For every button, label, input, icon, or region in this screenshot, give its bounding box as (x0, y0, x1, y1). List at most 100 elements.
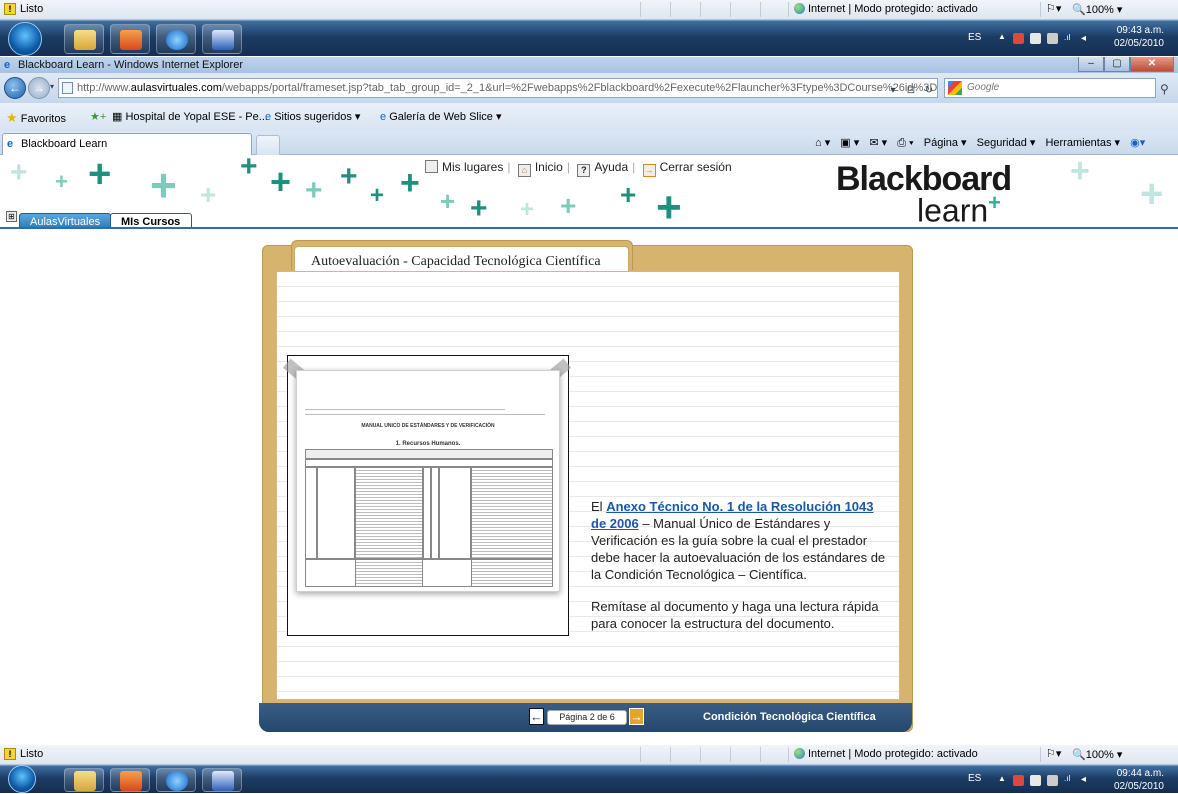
word-icon (212, 771, 234, 791)
tray-app-icon[interactable] (1013, 33, 1024, 44)
tab-mis-cursos[interactable]: MIs Cursos (110, 213, 192, 227)
network-icon[interactable] (1047, 775, 1058, 786)
security-menu[interactable]: Seguridad ▾ (977, 137, 1036, 149)
decorative-plus: + (10, 156, 28, 189)
next-page-button[interactable]: → (629, 708, 644, 725)
help-link[interactable]: ? Ayuda (577, 160, 628, 177)
compat-view-icon[interactable]: ⊡ (904, 84, 918, 98)
refresh-icon[interactable]: ↻ (922, 84, 936, 98)
add-favorite-icon[interactable]: ★+ (90, 110, 106, 123)
document-thumbnail[interactable]: MANUAL UNICO DE ESTÁNDARES Y DE VERIFICA… (296, 370, 560, 592)
volume-icon[interactable]: ◂ (1081, 774, 1092, 785)
google-icon (948, 81, 962, 95)
decorative-plus: + (520, 196, 535, 223)
signal-icon[interactable]: .ıl (1064, 33, 1075, 44)
ie-taskbar-button[interactable] (156, 768, 196, 792)
back-button[interactable]: ← (4, 77, 26, 99)
expand-menu-icon[interactable]: ⊞ (6, 211, 17, 222)
word-taskbar-button[interactable] (202, 24, 242, 54)
tab-blackboard[interactable]: e Blackboard Learn (2, 133, 252, 155)
status-bar-top: ! Listo Internet | Modo protegido: activ… (0, 0, 1178, 20)
media-taskbar-button[interactable] (110, 24, 150, 54)
protected-mode-icon[interactable]: ⚐▾ (1046, 747, 1061, 760)
print-icon[interactable]: ⎙ ▾ (897, 137, 913, 149)
security-zone: Internet | Modo protegido: activado (794, 3, 978, 15)
zoom-level[interactable]: 🔍100% ▾ (1072, 748, 1122, 761)
decorative-plus: + (240, 156, 258, 183)
home-icon[interactable]: ⌂ ▾ (815, 137, 830, 149)
status-bar-bottom: ! Listo Internet | Modo protegido: activ… (0, 745, 1178, 765)
previous-page-button[interactable]: ← (529, 708, 544, 725)
decorative-plus: + (150, 159, 177, 211)
zoom-level[interactable]: 🔍100% ▾ (1072, 3, 1122, 16)
language-indicator[interactable]: ES (968, 773, 981, 784)
action-center-icon[interactable] (1030, 33, 1041, 44)
mail-icon[interactable]: ✉ ▾ (869, 137, 887, 149)
logout-icon: → (642, 164, 656, 177)
explorer-taskbar-button[interactable] (64, 768, 104, 792)
favorite-link-hospital[interactable]: ▦ Hospital de Yopal ESE - Pe... (112, 110, 268, 123)
word-icon (212, 30, 234, 50)
media-taskbar-button[interactable] (110, 768, 150, 792)
decorative-plus: + (88, 156, 112, 196)
document-preview-frame[interactable]: MANUAL UNICO DE ESTÁNDARES Y DE VERIFICA… (282, 355, 572, 636)
window-title: Blackboard Learn - Windows Internet Expl… (18, 59, 243, 71)
show-hidden-icons-icon[interactable]: ▲ (998, 32, 1009, 43)
close-button[interactable]: ✕ (1130, 57, 1174, 72)
ie-icon: e (4, 59, 11, 71)
address-bar[interactable]: http://www.aulasvirtuales.com/webapps/po… (58, 78, 938, 98)
decorative-plus: + (270, 161, 292, 202)
status-text: Listo (20, 3, 44, 15)
tab-bar: e Blackboard Learn ⌂ ▾ ▣ ▾ ✉ ▾ ⎙ ▾ Página… (0, 131, 1178, 155)
page-menu[interactable]: Página ▾ (924, 137, 967, 149)
help-icon[interactable]: ◉▾ (1130, 137, 1145, 149)
explorer-taskbar-button[interactable] (64, 24, 104, 54)
globe-icon (794, 3, 805, 14)
ie-taskbar-button[interactable] (156, 24, 196, 54)
my-places-link[interactable]: Mis lugares (425, 160, 503, 174)
dropdown-icon[interactable]: ▾ (886, 84, 900, 98)
favorites-button[interactable]: ★ Favoritos (6, 110, 66, 126)
action-center-icon[interactable] (1030, 775, 1041, 786)
search-input[interactable]: Google (944, 78, 1156, 98)
folder-icon (74, 30, 96, 50)
clock[interactable]: 09:43 a.m. 02/05/2010 (1114, 24, 1164, 50)
start-button[interactable] (8, 22, 42, 56)
new-tab-button[interactable] (256, 135, 280, 155)
tray-app-icon[interactable] (1013, 775, 1024, 786)
recent-pages-icon[interactable]: ▾ (50, 82, 54, 91)
language-indicator[interactable]: ES (968, 32, 981, 43)
footer-title: Condición Tecnológica Científica (703, 711, 876, 723)
show-hidden-icons-icon[interactable]: ▲ (998, 774, 1009, 785)
volume-icon[interactable]: ◂ (1081, 33, 1092, 44)
media-player-icon (120, 30, 142, 50)
word-taskbar-button[interactable] (202, 768, 242, 792)
doc-heading: MANUAL UNICO DE ESTÁNDARES Y DE VERIFICA… (361, 423, 495, 429)
address-toolbar: ← → ▾ http://www.aulasvirtuales.com/weba… (0, 73, 1178, 103)
protected-mode-icon[interactable]: ⚐▾ (1046, 2, 1061, 15)
command-bar: ⌂ ▾ ▣ ▾ ✉ ▾ ⎙ ▾ Página ▾ Seguridad ▾ Her… (815, 136, 1152, 150)
page-icon (62, 82, 73, 94)
blackboard-header: + + + + + + + + + + + + + + + + + + + Mi… (0, 156, 1178, 229)
start-button[interactable] (8, 765, 36, 793)
forward-button[interactable]: → (28, 77, 50, 99)
search-icon[interactable]: ⚲ (1160, 82, 1169, 96)
warning-icon: ! (4, 748, 16, 760)
favorite-link-webslice[interactable]: e Galería de Web Slice ▾ (380, 110, 502, 123)
decorative-plus: + (200, 179, 217, 210)
signal-icon[interactable]: .ıl (1064, 774, 1075, 785)
folder-icon (74, 771, 96, 791)
network-icon[interactable] (1047, 33, 1058, 44)
help-icon: ? (577, 164, 591, 177)
tab-aulas-virtuales[interactable]: AulasVirtuales (19, 213, 112, 227)
maximize-button[interactable]: ▢ (1104, 57, 1130, 72)
favorite-link-suggested[interactable]: e Sitios sugeridos ▾ (265, 110, 360, 123)
decorative-plus: + (370, 182, 385, 209)
feeds-icon[interactable]: ▣ ▾ (840, 137, 859, 149)
home-link[interactable]: ⌂ Inicio (517, 160, 563, 177)
minimize-button[interactable]: – (1078, 57, 1104, 72)
logout-link[interactable]: → Cerrar sesión (642, 160, 732, 177)
star-icon: ★ (6, 110, 18, 125)
clock[interactable]: 09:44 a.m. 02/05/2010 (1114, 767, 1164, 793)
tools-menu[interactable]: Herramientas ▾ (1045, 137, 1120, 149)
